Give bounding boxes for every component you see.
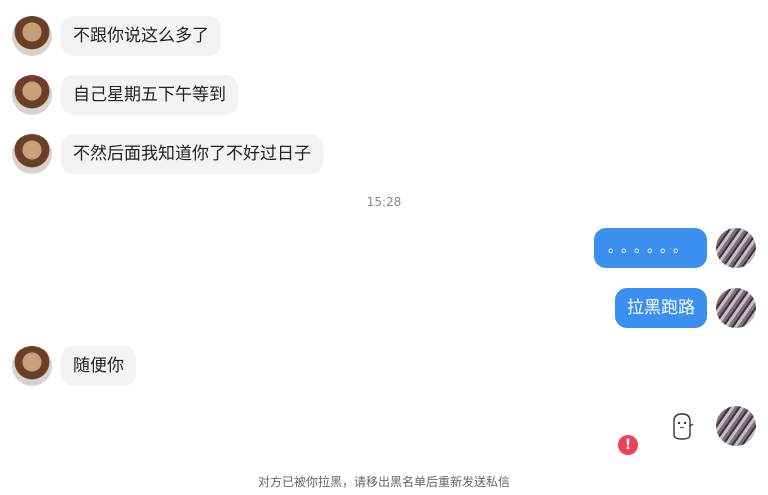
message-row-outgoing — [668, 406, 756, 446]
chat-thread: 不跟你说这么多了 自己星期五下午等到 不然后面我知道你了不好过日子 15:28 … — [0, 0, 768, 495]
message-row-incoming: 自己星期五下午等到 — [12, 75, 238, 115]
message-row-incoming: 随便你 — [12, 346, 136, 386]
send-failed-icon[interactable]: ! — [618, 435, 638, 455]
message-timestamp: 15:28 — [366, 195, 402, 209]
message-bubble-incoming[interactable]: 自己星期五下午等到 — [61, 75, 238, 115]
message-bubble-incoming[interactable]: 不跟你说这么多了 — [61, 16, 221, 56]
message-bubble-outgoing[interactable]: 。。。。。。 — [594, 228, 707, 268]
contact-avatar[interactable] — [12, 75, 52, 115]
sticker-emoji-icon[interactable] — [668, 411, 696, 441]
my-avatar[interactable] — [716, 228, 756, 268]
contact-avatar[interactable] — [12, 16, 52, 56]
message-bubble-incoming[interactable]: 随便你 — [61, 346, 136, 386]
message-bubble-incoming[interactable]: 不然后面我知道你了不好过日子 — [61, 134, 323, 174]
my-avatar[interactable] — [716, 288, 756, 328]
contact-avatar[interactable] — [12, 134, 52, 174]
contact-avatar[interactable] — [12, 346, 52, 386]
message-row-outgoing: 拉黑跑路 — [615, 288, 756, 328]
message-row-outgoing: 。。。。。。 — [594, 228, 756, 268]
message-row-incoming: 不跟你说这么多了 — [12, 16, 221, 56]
blocked-notice: 对方已被你拉黑，请移出黑名单后重新发送私信 — [257, 475, 510, 489]
my-avatar[interactable] — [716, 406, 756, 446]
message-row-incoming: 不然后面我知道你了不好过日子 — [12, 134, 323, 174]
message-bubble-outgoing[interactable]: 拉黑跑路 — [615, 288, 707, 328]
